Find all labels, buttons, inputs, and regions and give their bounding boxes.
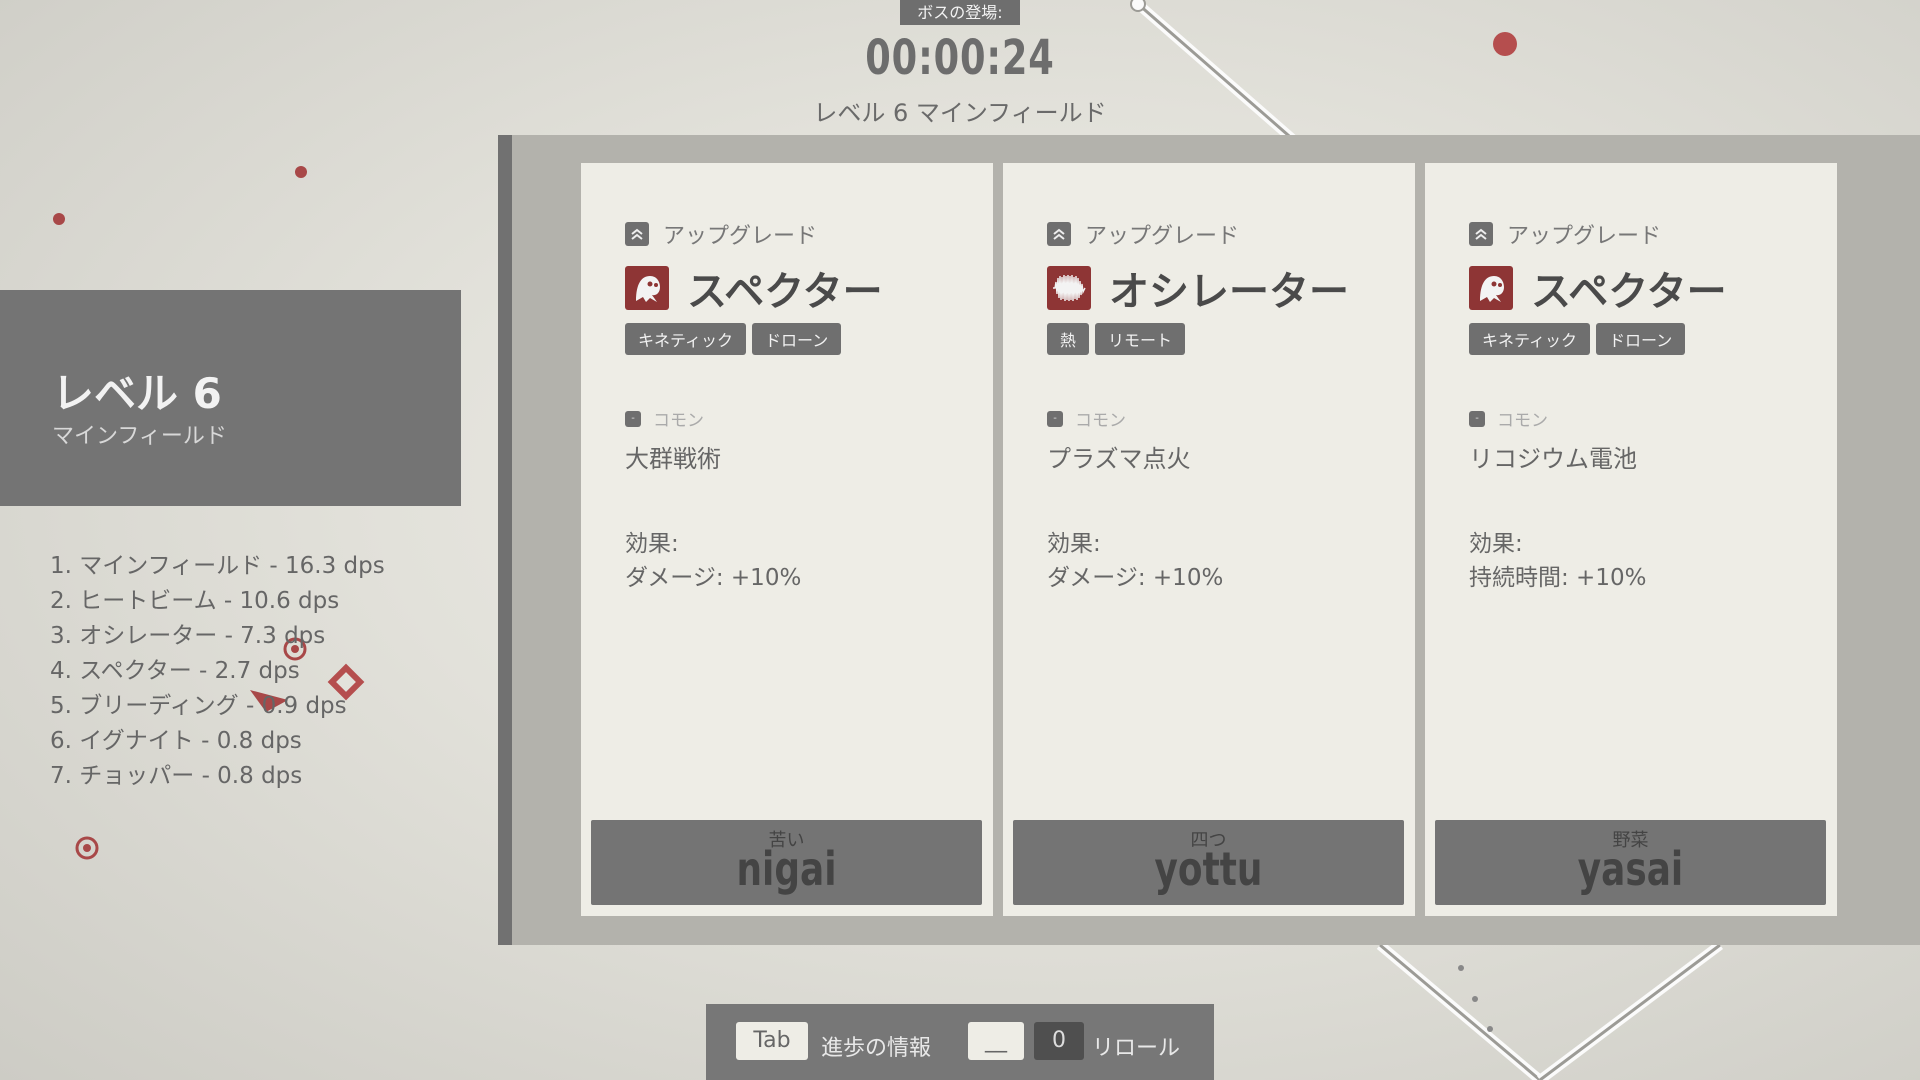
tag-badge: リモート: [1095, 323, 1186, 355]
reroll-key[interactable]: 0: [1034, 1022, 1084, 1060]
space-key[interactable]: __: [968, 1022, 1024, 1060]
dps-list-item: 3. オシレーター - 7.3 dps: [50, 623, 326, 649]
weapon-row: スペクター: [1469, 259, 1727, 317]
dps-list: 1. マインフィールド - 16.3 dps 2. ヒートビーム - 10.6 …: [50, 549, 385, 794]
upgrade-label-row: アップグレード: [1469, 218, 1661, 250]
tag-list: キネティック ドローン: [625, 323, 842, 355]
progress-info-label: 進歩の情報: [821, 1036, 932, 1061]
effect-label: 効果:: [1047, 531, 1101, 557]
level-subtitle: レベル 6 マインフィールド: [813, 99, 1107, 127]
upgrade-label-row: アップグレード: [1047, 218, 1239, 250]
ghost-icon: [625, 266, 669, 310]
chevron-up-icon: [625, 222, 649, 246]
waveform-icon: [1047, 266, 1091, 310]
rarity-icon: -: [625, 410, 641, 427]
tag-badge: ドローン: [752, 323, 842, 355]
dps-list-item: 1. マインフィールド - 16.3 dps: [50, 553, 385, 579]
dps-list-item: 5. ブリーディング - 0.9 dps: [50, 693, 347, 719]
rarity-row: - コモン: [625, 406, 704, 431]
upgrade-label: アップグレード: [663, 224, 818, 249]
type-word-romaji: nigai: [736, 842, 837, 896]
dps-list-item: 7. チョッパー - 0.8 dps: [50, 763, 303, 789]
type-word-button[interactable]: 四つ yottu: [1013, 820, 1404, 905]
tag-badge: キネティック: [625, 323, 747, 355]
tag-list: 熱 リモート: [1047, 323, 1186, 355]
rarity-row: - コモン: [1469, 406, 1548, 431]
tag-badge: ドローン: [1596, 323, 1686, 355]
reroll-label: リロール: [1092, 1036, 1181, 1061]
tag-badge: 熱: [1047, 323, 1090, 355]
upgrade-card-3[interactable]: アップグレード スペクター キネティック ドローン - コモン リコジウム電池 …: [1425, 163, 1837, 916]
type-word-romaji: yasai: [1577, 842, 1684, 896]
level-panel: レベル 6 マインフィールド: [0, 290, 461, 506]
effect-value: ダメージ: +10%: [625, 565, 802, 591]
type-word-button[interactable]: 苦い nigai: [591, 820, 982, 905]
bottom-hint-bar: Tab 進歩の情報 __ 0 リロール: [706, 1004, 1214, 1080]
rarity-label: コモン: [653, 411, 704, 431]
weapon-name: オシレーター: [1109, 269, 1349, 315]
modifier-name: リコジウム電池: [1469, 445, 1637, 473]
level-name: マインフィールド: [52, 424, 227, 449]
modifier-name: プラズマ点火: [1047, 445, 1191, 473]
ghost-icon: [1469, 266, 1513, 310]
upgrade-label: アップグレード: [1507, 224, 1662, 249]
dps-list-item: 6. イグナイト - 0.8 dps: [50, 728, 302, 754]
rarity-label: コモン: [1497, 411, 1548, 431]
card-area-border: [498, 135, 512, 945]
weapon-row: オシレーター: [1047, 259, 1349, 317]
upgrade-label: アップグレード: [1085, 224, 1240, 249]
rarity-row: - コモン: [1047, 406, 1126, 431]
dps-list-item: 4. スペクター - 2.7 dps: [50, 658, 300, 684]
rarity-icon: -: [1469, 410, 1485, 427]
type-word-romaji: yottu: [1154, 842, 1263, 896]
upgrade-label-row: アップグレード: [625, 218, 817, 250]
weapon-name: スペクター: [687, 269, 883, 315]
chevron-up-icon: [1047, 222, 1071, 246]
effect-value: ダメージ: +10%: [1047, 565, 1224, 591]
rarity-label: コモン: [1075, 411, 1126, 431]
weapon-row: スペクター: [625, 259, 883, 317]
rarity-icon: -: [1047, 410, 1063, 427]
upgrade-card-2[interactable]: アップグレード オシレーター 熱 リモート - コモン プラズマ点火 効果: ダ…: [1003, 163, 1415, 916]
effect-label: 効果:: [625, 531, 679, 557]
effect-value: 持続時間: +10%: [1469, 565, 1647, 591]
tag-list: キネティック ドローン: [1469, 323, 1686, 355]
type-word-button[interactable]: 野菜 yasai: [1435, 820, 1826, 905]
dps-list-item: 2. ヒートビーム - 10.6 dps: [50, 588, 340, 614]
upgrade-card-1[interactable]: アップグレード スペクター キネティック ドローン - コモン 大群戦術 効果:…: [581, 163, 993, 916]
level-title: レベル 6: [52, 369, 222, 418]
effect-label: 効果:: [1469, 531, 1523, 557]
weapon-name: スペクター: [1531, 269, 1727, 315]
boss-arrival-label: ボスの登場:: [900, 0, 1020, 25]
chevron-up-icon: [1469, 222, 1493, 246]
tag-badge: キネティック: [1469, 323, 1591, 355]
boss-timer: 00:00:24: [865, 30, 1055, 86]
modifier-name: 大群戦術: [625, 445, 721, 473]
tab-key[interactable]: Tab: [736, 1022, 808, 1060]
